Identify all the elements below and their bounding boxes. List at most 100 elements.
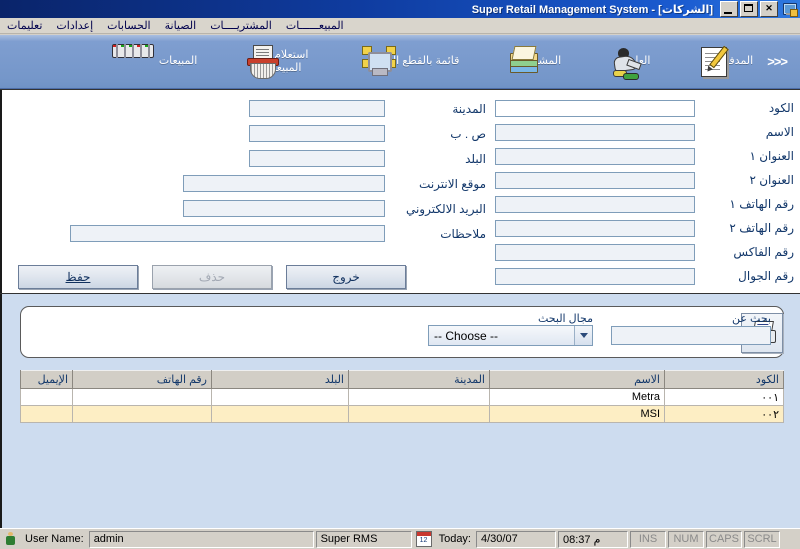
chevron-down-icon <box>574 326 592 345</box>
status-ins-indicator: INS <box>630 530 666 548</box>
menu-item-accounts[interactable]: الحسابات <box>100 18 157 33</box>
input-city[interactable] <box>249 100 385 117</box>
input-name[interactable] <box>495 123 695 141</box>
toolbar-button-sold-items-list[interactable]: قائمة بالقطع المباعة <box>321 36 466 88</box>
status-today-label: Today: <box>438 533 471 545</box>
grid-col-phone[interactable]: رقم الهاتف <box>72 370 212 389</box>
search-field-select[interactable]: -- Choose -- <box>428 325 593 346</box>
books-icon <box>473 45 539 79</box>
toolbar-button-purchases[interactable]: المشتريات <box>466 36 568 88</box>
status-date-value: 4/30/07 <box>476 530 556 548</box>
grid-col-code[interactable]: الكود <box>664 370 784 389</box>
status-caps-indicator: CAPS <box>706 530 742 548</box>
results-grid: الكود الاسم المدينة البلد رقم الهاتف الإ… <box>20 370 784 423</box>
label-phone2: رقم الهاتف ٢ <box>729 221 794 235</box>
table-row[interactable]: ٠٠٢ MSI <box>20 405 784 423</box>
label-address1: العنوان ١ <box>749 149 794 163</box>
exit-button-label: خروج <box>332 270 360 284</box>
cell-country <box>211 405 349 423</box>
input-notes[interactable] <box>70 225 385 242</box>
grid-col-country[interactable]: البلد <box>211 370 349 389</box>
menu-bar: المبيعــــــات المشتريــــات الصيانة الح… <box>0 18 800 34</box>
input-address2[interactable] <box>495 171 695 189</box>
restore-button[interactable] <box>740 1 758 17</box>
tool-bar: <<< المدفوعات العاملين المشتريات <box>0 35 800 89</box>
label-email: البريد الالكتروني <box>405 201 486 216</box>
toolbar-button-employees[interactable]: العاملين <box>568 36 657 88</box>
search-box: بحث عن مجال البحث -- Choose -- <box>20 306 784 358</box>
toolbar-button-sales[interactable]: المبيعات <box>111 36 204 88</box>
field-row-phone2: رقم الهاتف ٢ <box>490 216 800 240</box>
status-app-name: Super RMS <box>315 530 412 548</box>
label-country: البلد <box>465 151 486 166</box>
label-website: موقع الانترنت <box>419 176 486 191</box>
search-field-select-value: -- Choose -- <box>434 328 499 343</box>
cell-email <box>20 405 73 423</box>
label-mobile: رقم الجوال <box>738 269 794 283</box>
table-row[interactable]: ٠٠١ Metra <box>20 388 784 406</box>
field-row-notes: ملاحظات <box>0 221 490 246</box>
input-code[interactable] <box>495 99 695 117</box>
label-notes: ملاحظات <box>440 226 486 241</box>
status-user-value: admin <box>88 530 314 548</box>
app-icon <box>782 1 798 17</box>
menu-item-settings[interactable]: إعدادات <box>49 18 100 33</box>
grid-col-city[interactable]: المدينة <box>348 370 490 389</box>
more-chevrons-icon: <<< <box>767 54 788 69</box>
field-row-city: المدينة <box>0 96 490 121</box>
delete-button[interactable]: حذف <box>152 265 272 289</box>
search-and-results-panel: بحث عن مجال البحث -- Choose -- الكود الا… <box>0 294 800 549</box>
save-button-label: حفظ <box>65 270 91 284</box>
field-row-name: الاسم <box>490 120 800 144</box>
input-address1[interactable] <box>495 147 695 165</box>
save-button[interactable]: حفظ <box>18 265 138 289</box>
grid-col-email[interactable]: الإيميل <box>20 370 73 389</box>
status-user-label: User Name: <box>25 533 84 545</box>
close-button[interactable]: ✕ <box>760 1 778 17</box>
field-row-mobile: رقم الجوال <box>490 264 800 288</box>
cell-country <box>211 388 349 406</box>
cell-city <box>348 405 490 423</box>
input-phone1[interactable] <box>495 195 695 213</box>
worker-icon <box>575 45 642 80</box>
input-country[interactable] <box>249 150 385 167</box>
application-window: ✕ [الشركات] - Super Retail Management Sy… <box>0 0 800 549</box>
resize-grip[interactable] <box>784 532 798 546</box>
menu-item-purchases[interactable]: المشتريــــات <box>203 18 279 33</box>
label-city: المدينة <box>452 101 486 116</box>
menu-item-sales[interactable]: المبيعــــــات <box>279 18 351 33</box>
exit-button[interactable]: خروج <box>286 265 406 289</box>
menu-item-help[interactable]: تعليمات <box>0 18 49 33</box>
toolbar-button-sales-inquiry[interactable]: استعلام عن المبيعات <box>204 36 321 88</box>
label-phone1: رقم الهاتف ١ <box>729 197 794 211</box>
window-controls: ✕ <box>720 1 778 17</box>
cell-code: ٠٠٢ <box>664 405 784 423</box>
form-button-row: خروج حذف حفظ <box>18 265 406 289</box>
input-website[interactable] <box>183 175 385 192</box>
status-num-indicator: NUM <box>668 530 704 548</box>
calendar-icon: 12 <box>415 531 432 547</box>
toolbar-button-more[interactable]: <<< <box>760 36 794 88</box>
input-fax[interactable] <box>495 243 695 261</box>
input-pobox[interactable] <box>249 125 385 142</box>
search-for-input[interactable] <box>611 326 771 345</box>
status-bar: User Name: admin Super RMS 12 Today: 4/3… <box>0 528 800 549</box>
title-bar: ✕ [الشركات] - Super Retail Management Sy… <box>0 0 800 18</box>
menu-item-maintenance[interactable]: الصيانة <box>158 18 204 33</box>
field-row-pobox: ص . ب <box>0 121 490 146</box>
field-row-address2: العنوان ٢ <box>490 168 800 192</box>
cell-email <box>20 388 73 406</box>
label-pobox: ص . ب <box>450 126 486 141</box>
grid-col-name[interactable]: الاسم <box>489 370 665 389</box>
minimize-button[interactable] <box>720 1 738 17</box>
notepad-pencil-icon <box>664 45 730 79</box>
input-mobile[interactable] <box>495 267 695 285</box>
network-monitor-icon <box>328 45 397 79</box>
field-row-email: البريد الالكتروني <box>0 196 490 221</box>
window-title: [الشركات] - Super Retail Management Syst… <box>471 3 713 16</box>
cell-name: Metra <box>489 388 665 406</box>
server-icon <box>111 43 154 79</box>
input-phone2[interactable] <box>495 219 695 237</box>
input-email[interactable] <box>183 200 385 217</box>
toolbar-button-payments[interactable]: المدفوعات <box>657 36 760 88</box>
